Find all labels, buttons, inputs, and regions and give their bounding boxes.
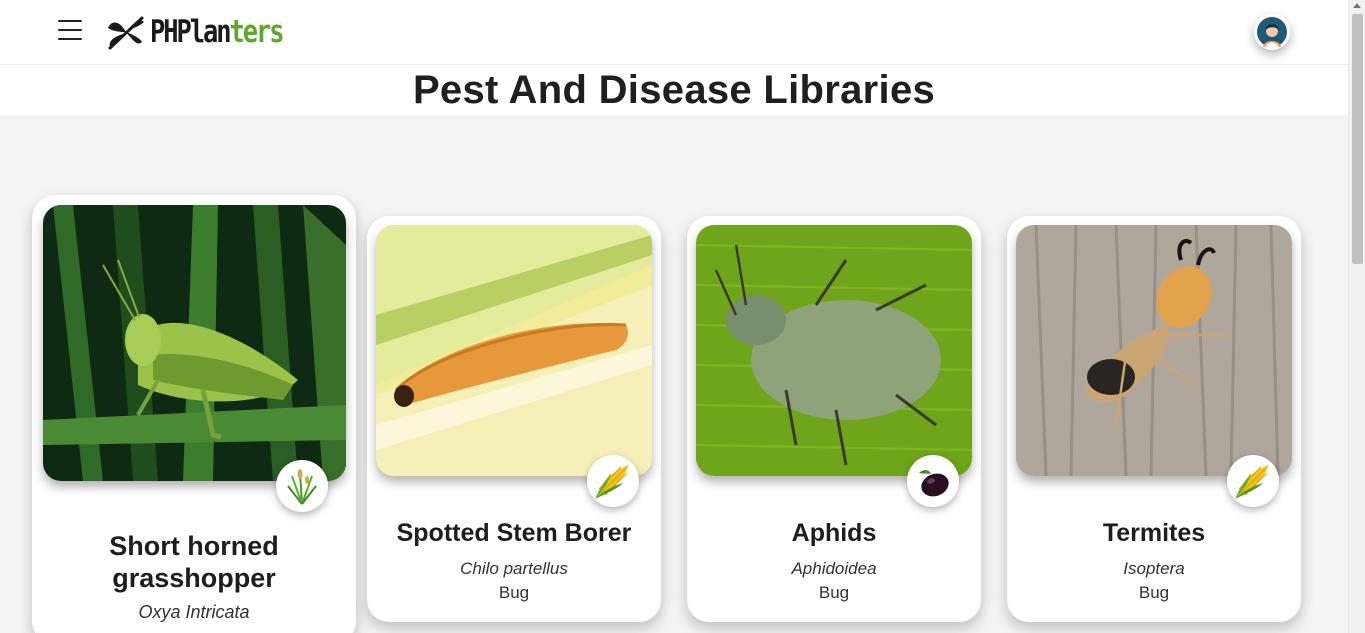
pest-type: Bug <box>818 583 850 602</box>
logo[interactable]: PHPlanters <box>104 10 312 54</box>
pest-image <box>1016 225 1292 476</box>
page-title: Pest And Disease Libraries <box>412 68 936 112</box>
pest-image <box>43 205 346 481</box>
pest-name: Short horned grasshopper <box>109 531 279 593</box>
pest-card[interactable]: Aphids Aphidoidea Bug <box>687 216 981 622</box>
termite-image <box>1016 225 1292 476</box>
pest-image <box>376 225 652 476</box>
pest-name: Termites <box>1102 519 1206 547</box>
pest-image <box>696 225 972 476</box>
scroll-up-arrow-icon[interactable] <box>1353 3 1361 8</box>
crop-badge <box>587 455 639 507</box>
crop-badge <box>1227 455 1279 507</box>
vertical-scrollbar[interactable] <box>1348 0 1365 633</box>
eggplant-icon <box>919 470 949 497</box>
top-navbar: PHPlanters <box>0 0 1348 65</box>
hamburger-menu-icon[interactable] <box>58 20 82 44</box>
pest-name: Aphids <box>791 519 877 547</box>
user-avatar[interactable] <box>1254 14 1290 50</box>
pest-card[interactable]: Short horned grasshopper Oxya Intricata <box>32 195 356 633</box>
corn-icon <box>595 465 629 499</box>
dragonfly-logo-icon <box>108 16 144 50</box>
crop-badge <box>907 455 959 507</box>
corn-icon <box>1235 465 1269 499</box>
crop-badge <box>276 460 328 512</box>
pest-scientific-name: Isoptera <box>1123 559 1185 578</box>
pest-card[interactable]: Spotted Stem Borer Chilo partellus Bug <box>367 216 661 622</box>
title-bar: Pest And Disease Libraries <box>0 65 1348 115</box>
pest-name: Spotted Stem Borer <box>396 519 632 547</box>
pest-card[interactable]: Termites Isoptera Bug <box>1007 216 1301 622</box>
rice-plant-icon <box>287 469 317 505</box>
pest-scientific-name: Chilo partellus <box>460 559 568 578</box>
aphid-image <box>696 225 972 476</box>
user-avatar-icon <box>1257 17 1287 47</box>
pest-scientific-name: Aphidoidea <box>791 559 877 578</box>
grasshopper-image <box>43 205 346 481</box>
stem-borer-image <box>376 225 652 476</box>
scrollbar-thumb[interactable] <box>1352 14 1363 264</box>
pest-type: Bug <box>498 583 530 602</box>
pest-scientific-name: Oxya Intricata <box>138 602 250 622</box>
pest-type: Bug <box>1138 583 1170 602</box>
logo-text: PHPlanters <box>150 14 285 50</box>
pest-library-grid: Short horned grasshopper Oxya Intricata <box>0 115 1348 633</box>
